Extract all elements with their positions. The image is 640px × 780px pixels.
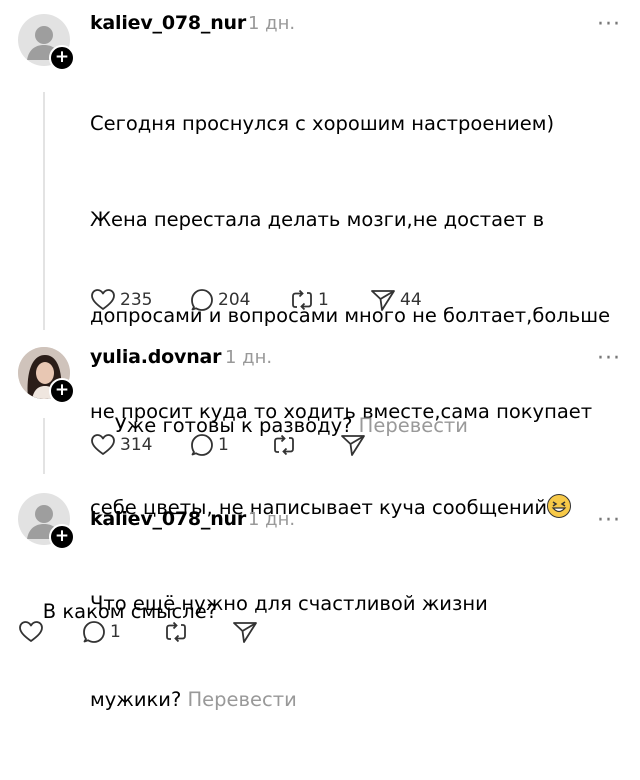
share-count: 44 (400, 290, 422, 310)
repost-icon (274, 434, 294, 456)
reply-count: 1 (218, 435, 229, 455)
thread-connector-line (43, 418, 45, 474)
thread-post-3: + kaliev_078_nur 1 дн. ··· В каком смысл… (0, 480, 640, 664)
heart-icon (19, 621, 43, 642)
reply-button[interactable]: 204 (190, 288, 250, 312)
repost-icon (166, 621, 186, 643)
like-button[interactable]: 314 (90, 433, 152, 457)
follow-plus-icon[interactable]: + (49, 378, 75, 404)
post-time: 1 дн. (225, 347, 273, 368)
repost-button[interactable]: 1 (290, 288, 329, 312)
post-text-line: Сегодня проснулся с хорошим настроением) (90, 112, 555, 135)
username[interactable]: kaliev_078_nur (90, 508, 246, 530)
send-icon (371, 290, 395, 311)
translate-link[interactable]: Перевести (188, 688, 297, 711)
like-count: 235 (120, 290, 153, 310)
thread-connector-line (43, 92, 45, 330)
thread-post-2: + yulia.dovnar 1 дн. ··· Уже готовы к ра… (0, 340, 640, 480)
share-button[interactable] (340, 433, 366, 457)
repost-button[interactable] (164, 620, 188, 644)
send-icon (341, 435, 365, 456)
username[interactable]: yulia.dovnar (90, 346, 222, 368)
comment-icon (191, 289, 213, 311)
post-time: 1 дн. (248, 509, 296, 530)
heart-icon (91, 434, 115, 455)
more-options-icon[interactable]: ··· (597, 14, 621, 36)
more-options-icon[interactable]: ··· (597, 510, 621, 532)
heart-icon (91, 289, 115, 310)
more-options-icon[interactable]: ··· (597, 348, 621, 370)
reply-button[interactable]: 1 (82, 620, 121, 644)
post-actions: 1 (18, 620, 278, 646)
post-actions: 235 204 1 44 (90, 288, 490, 314)
repost-count: 1 (318, 290, 329, 310)
post-text: Уже готовы к разводу? Перевести (90, 378, 630, 474)
comment-icon (83, 621, 105, 643)
post-text-line: Жена перестала делать мозги,не достает в (90, 208, 545, 231)
like-button[interactable] (18, 620, 44, 644)
follow-plus-icon[interactable]: + (49, 524, 75, 550)
repost-button[interactable] (272, 433, 296, 457)
post-actions: 314 1 (90, 433, 390, 459)
reply-button[interactable]: 1 (190, 433, 229, 457)
post-text-line: мужики? (90, 688, 182, 711)
send-icon (233, 622, 257, 643)
like-button[interactable]: 235 (90, 288, 152, 312)
post-time: 1 дн. (248, 13, 296, 34)
share-button[interactable] (232, 620, 258, 644)
thread-post-1: + kaliev_078_nur 1 дн. ··· Сегодня просн… (0, 0, 640, 711)
share-button[interactable]: 44 (370, 288, 422, 312)
repost-icon (292, 289, 312, 311)
reply-count: 1 (110, 622, 121, 642)
follow-plus-icon[interactable]: + (49, 45, 75, 71)
comment-icon (191, 434, 213, 456)
reply-count: 204 (218, 290, 251, 310)
username[interactable]: kaliev_078_nur (90, 12, 246, 34)
like-count: 314 (120, 435, 153, 455)
